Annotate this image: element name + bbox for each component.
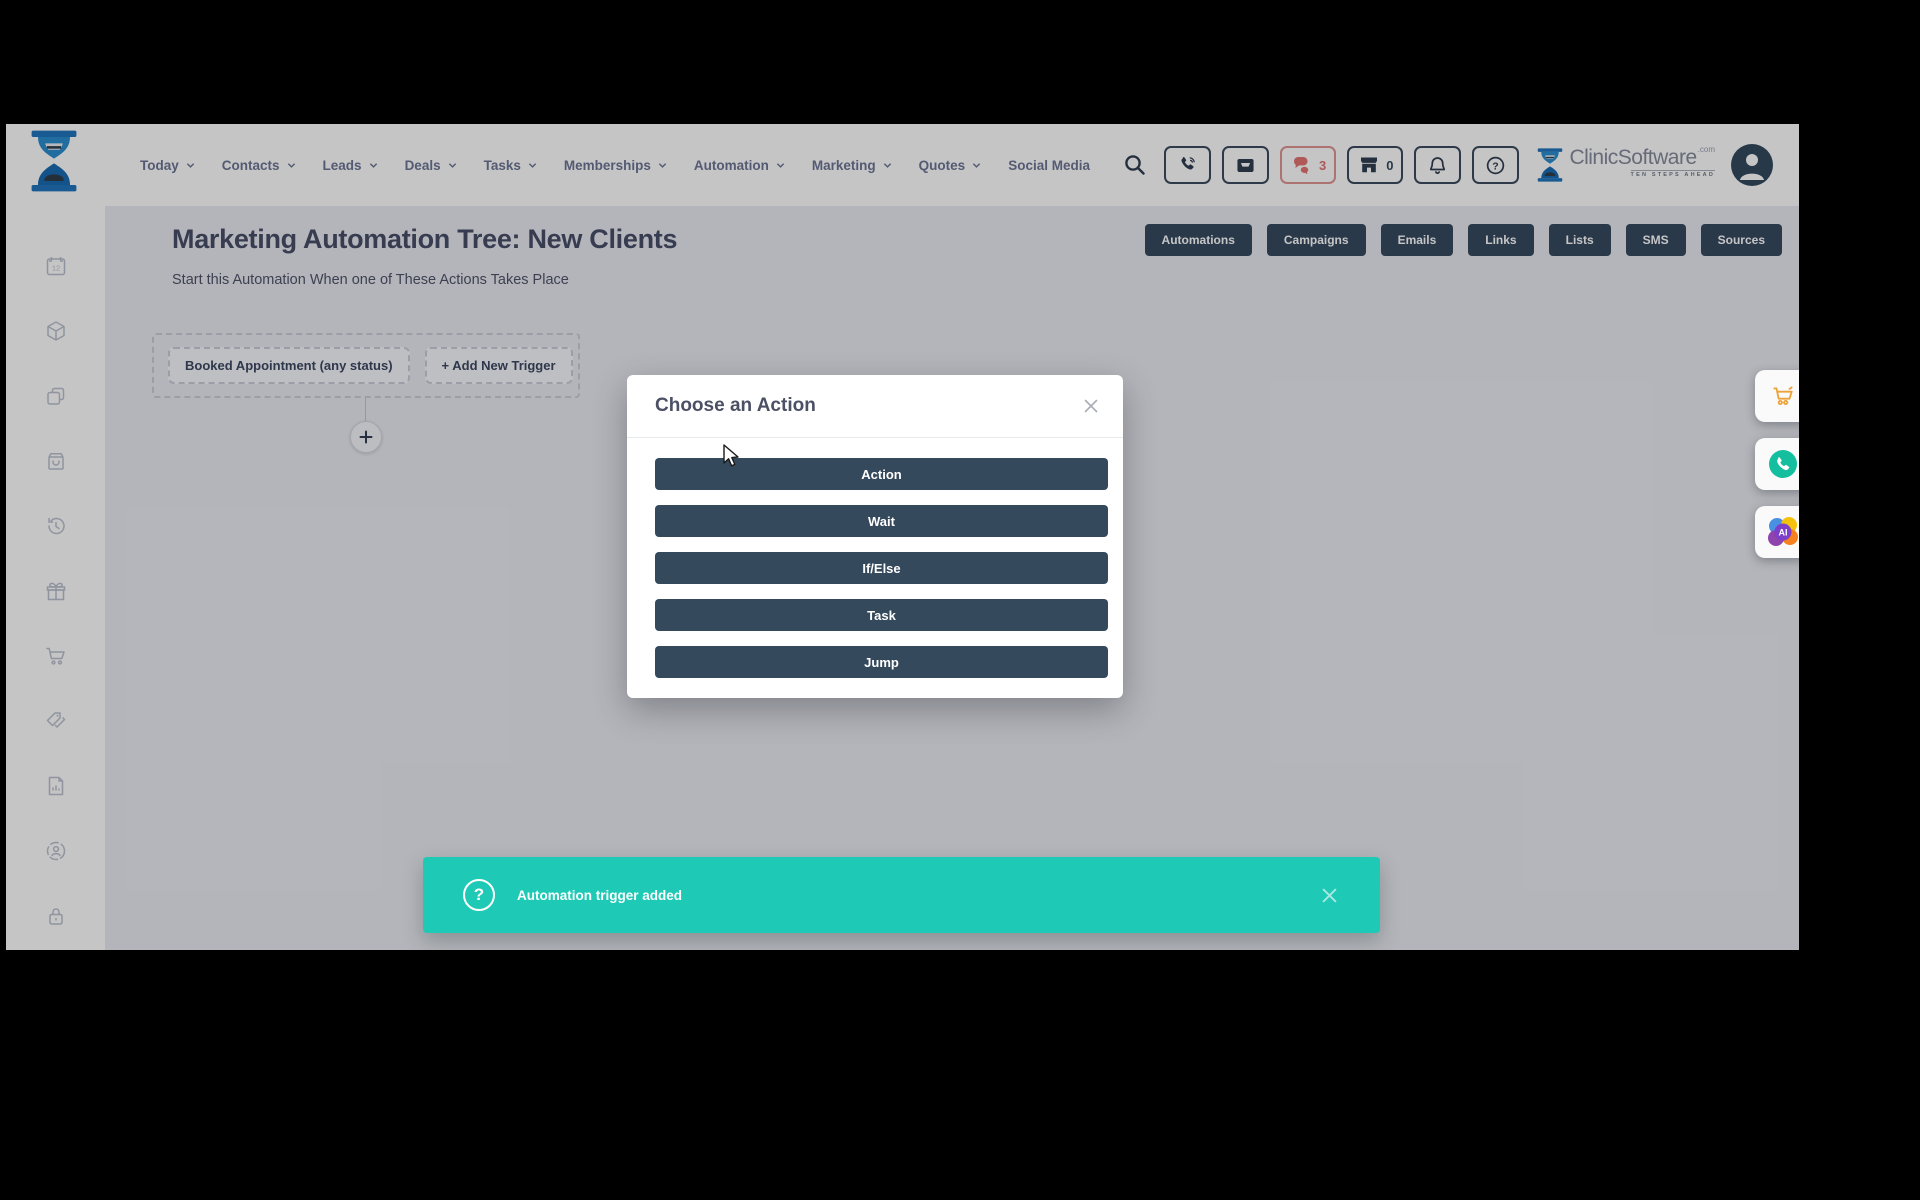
modal-title: Choose an Action [655, 395, 816, 417]
task-button[interactable]: Task [655, 599, 1108, 631]
ai-icon: AI [1766, 515, 1800, 549]
modal-body: Action Wait If/Else Task Jump [627, 438, 1123, 678]
toast-message: Automation trigger added [517, 888, 1321, 903]
whatsapp-call-button[interactable] [1755, 438, 1799, 490]
orange-cart-icon [1770, 383, 1796, 409]
ai-assistant-button[interactable]: AI [1755, 506, 1799, 558]
close-icon[interactable] [1083, 398, 1099, 414]
jump-button[interactable]: Jump [655, 646, 1108, 678]
svg-text:AI: AI [1778, 528, 1787, 538]
green-phone-icon [1767, 448, 1799, 480]
modal-header: Choose an Action [627, 375, 1123, 438]
app-window: Today Contacts Leads Deals Tasks Members… [6, 124, 1799, 950]
toast-close-icon[interactable] [1321, 887, 1338, 904]
success-toast: ? Automation trigger added [423, 857, 1380, 933]
question-circle-icon: ? [463, 879, 495, 911]
choose-action-modal: Choose an Action Action Wait If/Else Tas… [627, 375, 1123, 698]
shop-cart-button[interactable] [1755, 370, 1799, 422]
if-else-button[interactable]: If/Else [655, 552, 1108, 584]
wait-button[interactable]: Wait [655, 505, 1108, 537]
floating-quick-actions: AI [1755, 370, 1799, 558]
mouse-cursor [722, 444, 744, 470]
